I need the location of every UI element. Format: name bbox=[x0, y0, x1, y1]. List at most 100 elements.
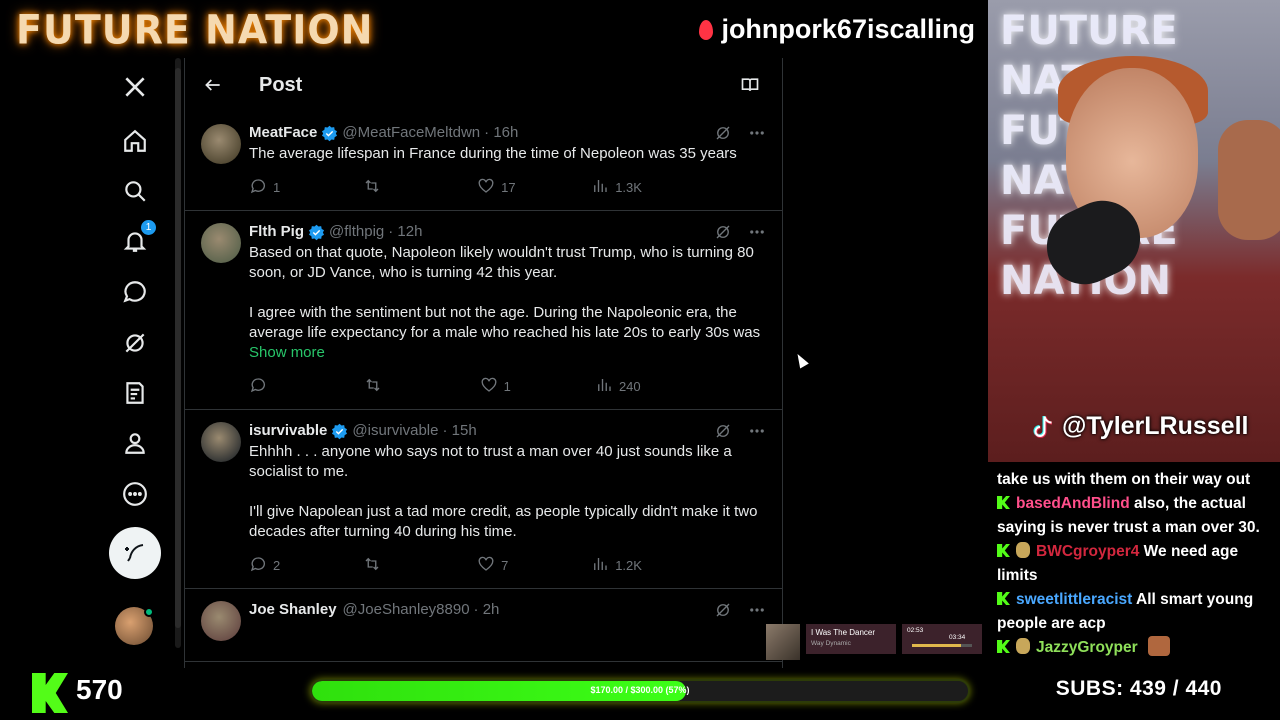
author-name[interactable]: MeatFace bbox=[249, 122, 317, 144]
post-header: MeatFace @MeatFaceMeltdwn · 16h bbox=[249, 122, 766, 144]
more-options-icon[interactable] bbox=[748, 223, 766, 246]
track-progress-bar bbox=[912, 644, 972, 647]
home-icon[interactable] bbox=[120, 126, 150, 156]
sidebar-scrollbar[interactable] bbox=[175, 58, 181, 648]
scrollbar-thumb[interactable] bbox=[175, 68, 181, 628]
x-logo-icon[interactable] bbox=[120, 72, 150, 102]
chat-message: BWCgroyper4 We need age limits bbox=[997, 540, 1272, 588]
author-handle[interactable]: @MeatFaceMeltdwn bbox=[342, 122, 480, 144]
search-icon[interactable] bbox=[120, 176, 150, 206]
author-avatar[interactable] bbox=[201, 223, 241, 263]
account-avatar[interactable] bbox=[115, 607, 154, 645]
webcam-feed: FUTURE NATION FUTURE NATION FUTURE NATIO… bbox=[988, 0, 1280, 462]
more-options-icon[interactable] bbox=[120, 479, 150, 509]
verified-badge-icon bbox=[332, 423, 348, 439]
like-button[interactable]: 17 bbox=[477, 177, 517, 198]
more-options-icon[interactable] bbox=[748, 422, 766, 445]
repost-button[interactable] bbox=[363, 177, 403, 198]
author-avatar[interactable] bbox=[201, 124, 241, 164]
post-actions: 1 240 bbox=[249, 363, 766, 409]
post-timestamp[interactable]: · 16h bbox=[484, 122, 518, 144]
page-title: Post bbox=[259, 73, 303, 96]
author-name[interactable]: Flth Pig bbox=[249, 221, 304, 243]
reply-button[interactable]: 1 bbox=[249, 177, 289, 198]
bookmark-icon[interactable] bbox=[716, 177, 734, 198]
tiktok-logo-icon bbox=[1033, 415, 1053, 438]
bookmark-icon[interactable] bbox=[716, 376, 734, 397]
messages-icon[interactable] bbox=[120, 277, 150, 307]
reply-count: 2 bbox=[273, 557, 281, 573]
post-secondary-actions bbox=[716, 376, 766, 397]
post-actions: 2 7 1.2K bbox=[249, 542, 766, 588]
chat-username[interactable]: BWCgroyper4 bbox=[1036, 543, 1139, 560]
chat-username[interactable]: basedAndBlind bbox=[1016, 495, 1130, 512]
author-handle[interactable]: @isurvivable bbox=[352, 420, 438, 442]
post-text: Based on that quote, Napoleon likely wou… bbox=[249, 244, 761, 341]
author-handle[interactable]: @flthpig bbox=[329, 221, 384, 243]
reply-button[interactable] bbox=[249, 376, 289, 397]
author-name[interactable]: isurvivable bbox=[249, 420, 327, 442]
chat-message: basedAndBlind also, the actual saying is… bbox=[997, 492, 1272, 540]
author-avatar[interactable] bbox=[201, 422, 241, 462]
repost-button[interactable] bbox=[363, 555, 403, 576]
repost-icon bbox=[363, 555, 381, 576]
chat-username[interactable]: JazzyGroyper bbox=[1036, 639, 1138, 656]
post-timestamp[interactable]: · 2h bbox=[474, 599, 500, 621]
reply-button[interactable]: 2 bbox=[249, 555, 289, 576]
views-icon bbox=[591, 555, 609, 576]
post-actions: 1 17 1.3K bbox=[249, 164, 766, 210]
reader-mode-icon[interactable] bbox=[740, 75, 760, 100]
share-icon[interactable] bbox=[748, 376, 766, 397]
compose-post-button[interactable] bbox=[109, 527, 161, 579]
author-name[interactable]: Joe Shanley bbox=[249, 599, 337, 621]
more-options-icon[interactable] bbox=[748, 124, 766, 147]
notifications-bell-icon[interactable]: 1 bbox=[120, 220, 156, 256]
chat-username[interactable]: sweetlittleracist bbox=[1016, 591, 1132, 608]
like-icon bbox=[477, 555, 495, 576]
grok-icon[interactable] bbox=[120, 328, 150, 358]
grok-icon[interactable] bbox=[714, 422, 732, 445]
follower-count: 570 bbox=[76, 674, 123, 705]
streamer-handle: johnpork67iscalling bbox=[699, 14, 975, 45]
profile-icon[interactable] bbox=[120, 428, 150, 458]
reply-icon bbox=[249, 177, 267, 198]
grok-icon[interactable] bbox=[714, 601, 732, 624]
post-thread-column: Post MeatFace @MeatFaceMeltdwn · 16h The av… bbox=[184, 58, 783, 668]
tiktok-handle-tag: @TylerLRussell bbox=[1032, 412, 1248, 441]
feather-plus-icon bbox=[125, 544, 144, 562]
post-timestamp[interactable]: · 15h bbox=[442, 420, 476, 442]
like-button[interactable]: 1 bbox=[480, 376, 520, 397]
author-avatar[interactable] bbox=[201, 601, 241, 641]
kick-badge-icon bbox=[997, 592, 1010, 605]
post-top-actions bbox=[714, 124, 766, 147]
view-count: 1.2K bbox=[615, 557, 642, 573]
reply-post[interactable]: Joe Shanley @JoeShanley8890 · 2h bbox=[185, 589, 782, 662]
author-handle[interactable]: @JoeShanley8890 bbox=[343, 599, 470, 621]
reply-post[interactable]: Flth Pig @flthpig · 12h Based on that quote… bbox=[185, 211, 782, 410]
repost-button[interactable] bbox=[364, 376, 404, 397]
bookmark-icon[interactable] bbox=[716, 555, 734, 576]
lists-icon[interactable] bbox=[120, 378, 150, 408]
show-more-link[interactable]: Show more bbox=[249, 343, 766, 363]
views-button[interactable]: 240 bbox=[595, 376, 641, 397]
share-icon[interactable] bbox=[748, 555, 766, 576]
post-timestamp[interactable]: · 12h bbox=[388, 221, 422, 243]
views-button[interactable]: 1.2K bbox=[591, 555, 642, 576]
streamer-arm bbox=[1218, 120, 1280, 240]
back-arrow-icon[interactable] bbox=[203, 75, 223, 95]
reply-post[interactable]: isurvivable @isurvivable · 15h Ehhhh . . . … bbox=[185, 410, 782, 589]
views-button[interactable]: 1.3K bbox=[591, 177, 642, 198]
repost-icon bbox=[363, 177, 381, 198]
like-button[interactable]: 7 bbox=[477, 555, 517, 576]
repost-icon bbox=[364, 376, 382, 397]
post-top-actions bbox=[714, 601, 766, 624]
post-top-actions bbox=[714, 422, 766, 445]
more-options-icon[interactable] bbox=[748, 601, 766, 624]
post-header: Flth Pig @flthpig · 12h bbox=[249, 221, 766, 243]
album-art bbox=[766, 624, 800, 660]
reply-post[interactable]: MeatFace @MeatFaceMeltdwn · 16h The average… bbox=[185, 112, 782, 211]
grok-icon[interactable] bbox=[714, 124, 732, 147]
share-icon[interactable] bbox=[748, 177, 766, 198]
now-playing-widget: I Was The Dancer Way Dynamic 02:53 03:34 bbox=[766, 624, 988, 660]
grok-icon[interactable] bbox=[714, 223, 732, 246]
